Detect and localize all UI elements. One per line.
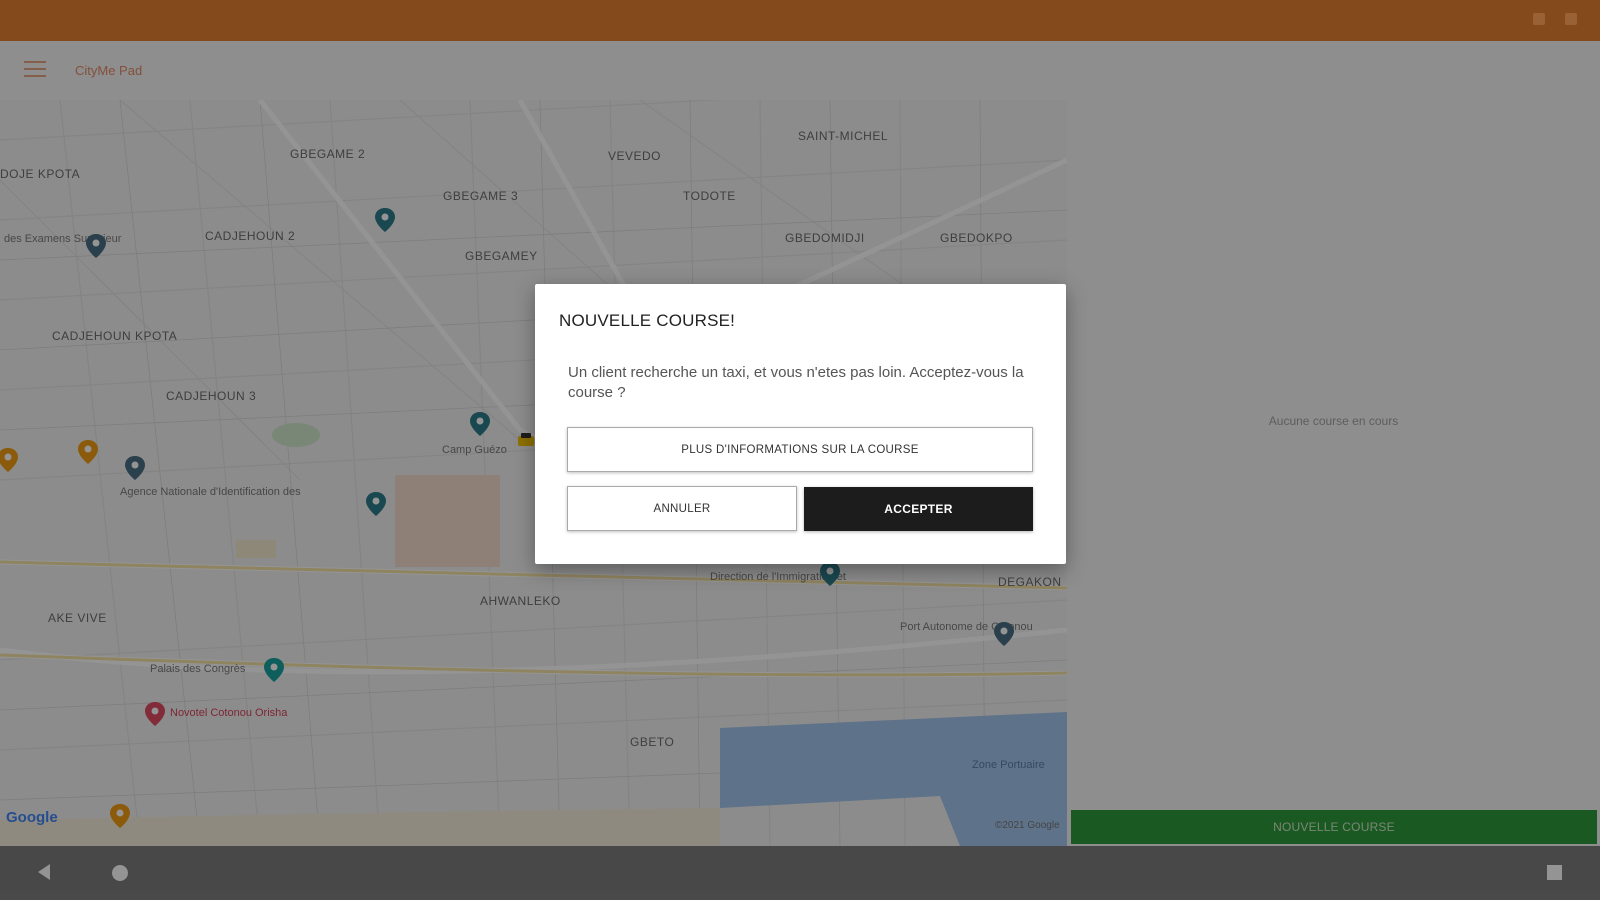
status-icon [1533,13,1545,25]
dialog-title: NOUVELLE COURSE! [559,311,736,330]
accept-button[interactable]: ACCEPTER [804,487,1033,531]
status-icon [1565,13,1577,25]
new-course-dialog: NOUVELLE COURSE! Un client recherche un … [535,284,1066,564]
status-bar [0,0,1600,41]
more-info-button[interactable]: PLUS D'INFORMATIONS SUR LA COURSE [567,427,1033,472]
dialog-message: Un client recherche un taxi, et vous n'e… [568,364,1024,401]
cancel-button[interactable]: ANNULER [567,486,797,531]
